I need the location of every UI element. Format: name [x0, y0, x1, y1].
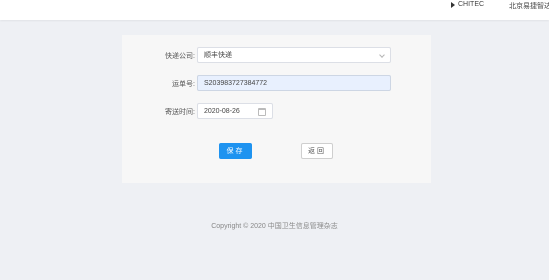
send-time-date-picker[interactable]: 2020-08-26 — [197, 103, 273, 119]
organization-name[interactable]: 北京易捷智达 — [509, 1, 549, 11]
back-button[interactable]: 返回 — [301, 143, 333, 159]
courier-select[interactable]: 顺丰快递 — [197, 47, 391, 63]
save-button[interactable]: 保存 — [219, 143, 252, 159]
tracking-label: 运单号: — [172, 81, 195, 88]
tracking-input[interactable]: S203983727384772 — [197, 75, 391, 91]
send-time-label: 寄送时间: — [165, 109, 195, 116]
tracking-value: S203983727384772 — [204, 79, 268, 87]
send-time-value: 2020-08-26 — [204, 107, 240, 115]
caret-right-icon — [451, 1, 455, 8]
brand-link[interactable]: CHITEC — [451, 1, 484, 8]
footer-copyright: Copyright © 2020 中国卫生信息管理杂志 — [211, 223, 338, 230]
calendar-icon — [258, 108, 266, 116]
top-bar: CHITEC 北京易捷智达 — [0, 0, 549, 20]
courier-value: 顺丰快递 — [204, 52, 232, 59]
courier-label: 快递公司: — [165, 53, 195, 60]
chevron-down-icon — [379, 52, 385, 58]
brand-label: CHITEC — [458, 1, 485, 8]
